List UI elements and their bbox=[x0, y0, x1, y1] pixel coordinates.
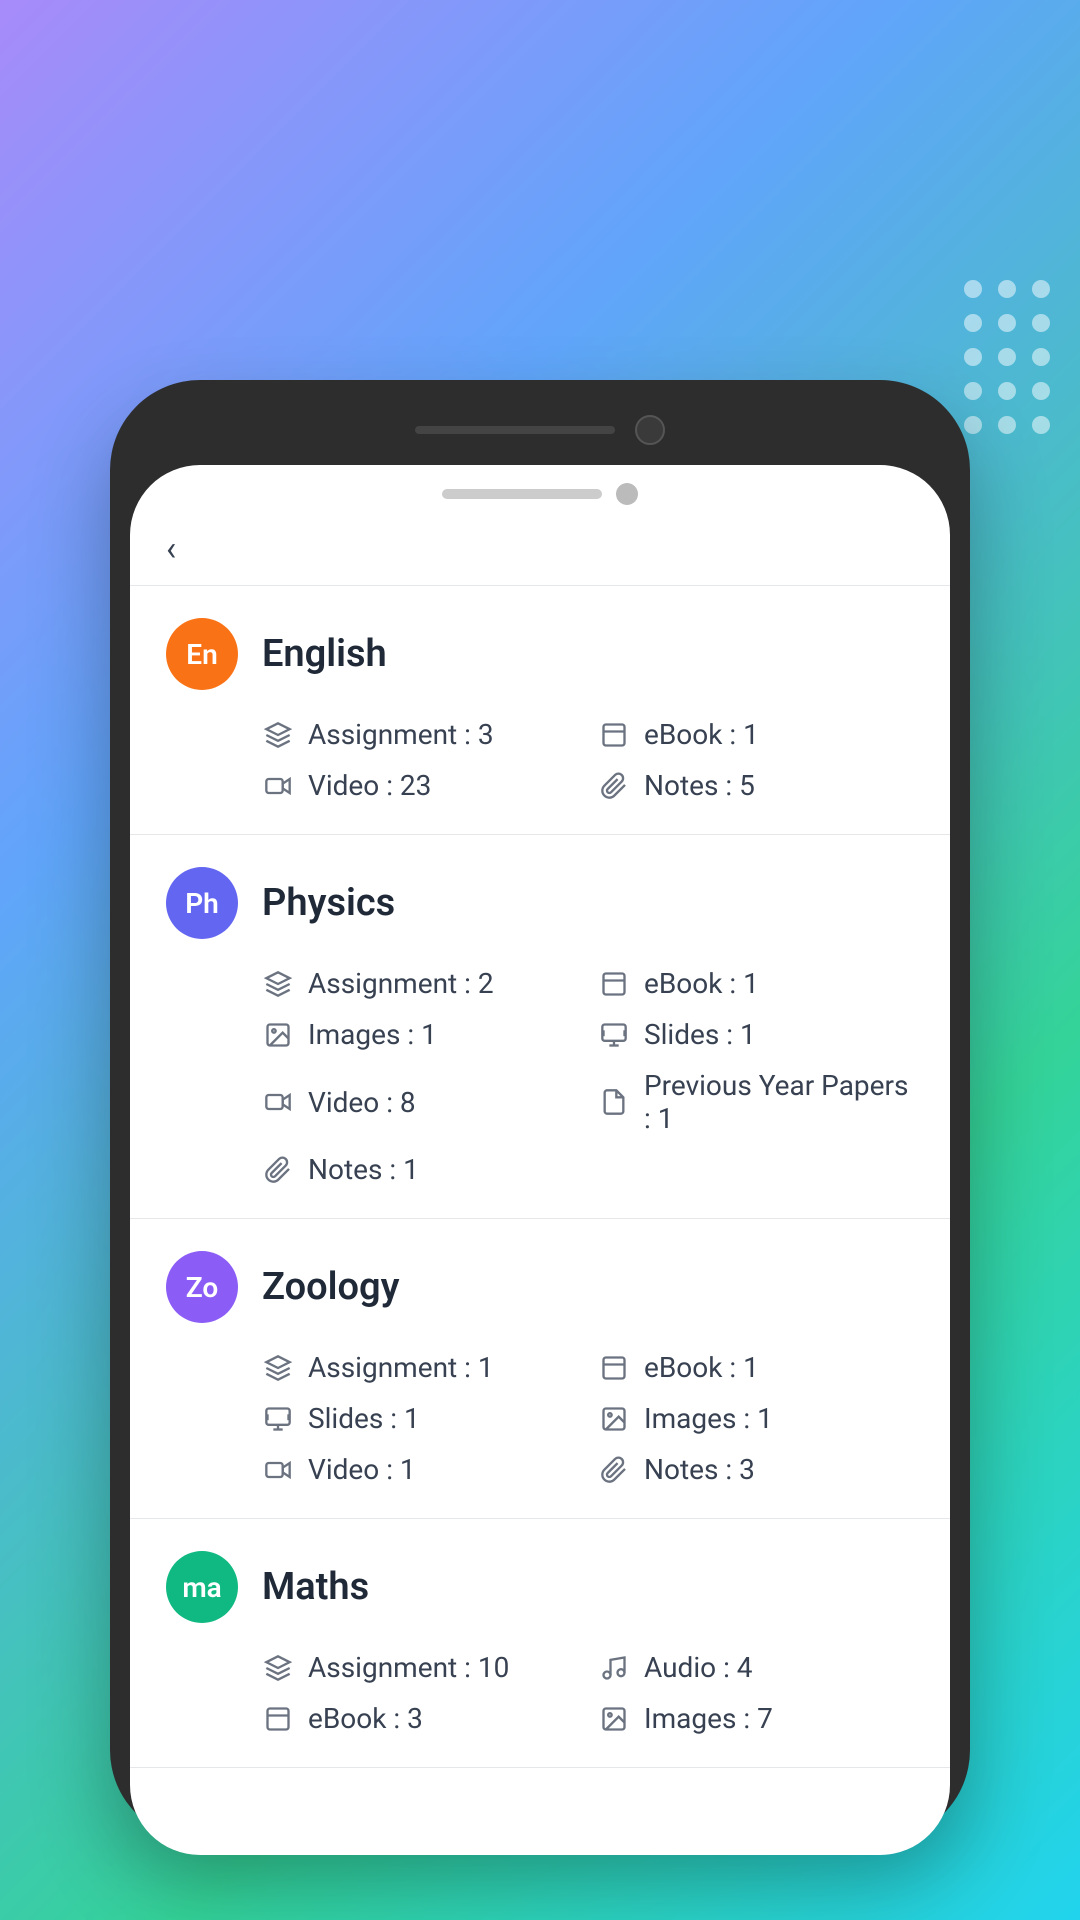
subject-header: Ph Physics bbox=[166, 867, 914, 939]
stat-item: Notes : 3 bbox=[598, 1453, 914, 1486]
subject-header: En English bbox=[166, 618, 914, 690]
paperclip-icon bbox=[598, 770, 630, 802]
stat-item: eBook : 3 bbox=[262, 1702, 578, 1735]
phone-camera bbox=[635, 415, 665, 445]
layers-icon bbox=[262, 1352, 294, 1384]
notch-pill bbox=[442, 489, 602, 499]
stat-label: Audio : 4 bbox=[644, 1651, 753, 1684]
stat-label: Assignment : 10 bbox=[308, 1651, 509, 1684]
stat-item: Slides : 1 bbox=[598, 1018, 914, 1051]
layers-icon bbox=[262, 968, 294, 1000]
notch-dot bbox=[616, 483, 638, 505]
stat-label: Notes : 1 bbox=[308, 1153, 419, 1186]
book-icon bbox=[598, 968, 630, 1000]
subject-avatar: Ph bbox=[166, 867, 238, 939]
layers-icon bbox=[262, 719, 294, 751]
stat-item: Audio : 4 bbox=[598, 1651, 914, 1684]
file-icon bbox=[598, 1086, 630, 1118]
screen-notch bbox=[130, 465, 950, 513]
stat-item: Images : 1 bbox=[598, 1402, 914, 1435]
stat-label: Assignment : 3 bbox=[308, 718, 494, 751]
stat-item: Assignment : 2 bbox=[262, 967, 578, 1000]
subject-header: ma Maths bbox=[166, 1551, 914, 1623]
subject-stats: Assignment : 1 eBook : 1 Slides : 1 bbox=[166, 1351, 914, 1486]
screen-header: ‹ bbox=[130, 513, 950, 586]
subject-card-maths[interactable]: ma Maths Assignment : 10 Audio : 4 bbox=[130, 1519, 950, 1768]
phone-screen: ‹ En English Assignment : 3 bbox=[130, 465, 950, 1855]
stat-item: Video : 1 bbox=[262, 1453, 578, 1486]
phone-frame: ‹ En English Assignment : 3 bbox=[110, 380, 970, 1840]
subject-header: Zo Zoology bbox=[166, 1251, 914, 1323]
stat-item: Previous Year Papers : 1 bbox=[598, 1069, 914, 1135]
image-icon bbox=[598, 1403, 630, 1435]
stat-label: Slides : 1 bbox=[644, 1018, 756, 1051]
stat-label: Video : 23 bbox=[308, 769, 431, 802]
subjects-list: En English Assignment : 3 eBook : 1 bbox=[130, 586, 950, 1855]
subject-card-physics[interactable]: Ph Physics Assignment : 2 eBook : 1 bbox=[130, 835, 950, 1219]
stat-label: Images : 1 bbox=[644, 1402, 773, 1435]
stat-label: Assignment : 1 bbox=[308, 1351, 494, 1384]
subject-name: Zoology bbox=[262, 1265, 399, 1309]
stat-label: eBook : 3 bbox=[308, 1702, 423, 1735]
stat-item: eBook : 1 bbox=[598, 1351, 914, 1384]
back-navigation[interactable]: ‹ bbox=[166, 529, 914, 569]
paperclip-icon bbox=[262, 1154, 294, 1186]
image-icon bbox=[262, 1019, 294, 1051]
phone-top-bar bbox=[130, 400, 950, 460]
subject-stats: Assignment : 2 eBook : 1 Images : 1 bbox=[166, 967, 914, 1186]
hero-section bbox=[80, 80, 880, 211]
stat-item: Notes : 5 bbox=[598, 769, 914, 802]
stat-item: Video : 8 bbox=[262, 1069, 578, 1135]
subject-avatar: Zo bbox=[166, 1251, 238, 1323]
paperclip-icon bbox=[598, 1454, 630, 1486]
hero-title bbox=[80, 90, 880, 211]
stat-label: Images : 7 bbox=[644, 1702, 773, 1735]
subject-card-english[interactable]: En English Assignment : 3 eBook : 1 bbox=[130, 586, 950, 835]
slides-icon bbox=[262, 1403, 294, 1435]
subject-card-zoology[interactable]: Zo Zoology Assignment : 1 eBook : 1 bbox=[130, 1219, 950, 1519]
stat-item: eBook : 1 bbox=[598, 967, 914, 1000]
video-icon bbox=[262, 770, 294, 802]
layers-icon bbox=[262, 1652, 294, 1684]
video-icon bbox=[262, 1454, 294, 1486]
subject-name: Maths bbox=[262, 1565, 369, 1609]
book-icon bbox=[262, 1703, 294, 1735]
stat-item: Video : 23 bbox=[262, 769, 578, 802]
stat-item: Assignment : 3 bbox=[262, 718, 578, 751]
stat-label: eBook : 1 bbox=[644, 1351, 759, 1384]
subject-name: Physics bbox=[262, 881, 395, 925]
slides-icon bbox=[598, 1019, 630, 1051]
subject-name: English bbox=[262, 632, 387, 676]
stat-label: Previous Year Papers : 1 bbox=[644, 1069, 914, 1135]
phone-notch-bar bbox=[415, 426, 615, 434]
stat-label: eBook : 1 bbox=[644, 967, 759, 1000]
book-icon bbox=[598, 1352, 630, 1384]
stat-item: Assignment : 1 bbox=[262, 1351, 578, 1384]
stat-label: Video : 8 bbox=[308, 1086, 416, 1119]
subject-stats: Assignment : 3 eBook : 1 Video : 23 bbox=[166, 718, 914, 802]
stat-item: eBook : 1 bbox=[598, 718, 914, 751]
subject-stats: Assignment : 10 Audio : 4 eBook : 3 bbox=[166, 1651, 914, 1735]
back-arrow-icon[interactable]: ‹ bbox=[166, 529, 176, 569]
stat-item: Notes : 1 bbox=[262, 1153, 914, 1186]
book-icon bbox=[598, 719, 630, 751]
video-icon bbox=[262, 1086, 294, 1118]
stat-label: Video : 1 bbox=[308, 1453, 416, 1486]
phone-mockup: ‹ En English Assignment : 3 bbox=[110, 380, 970, 1840]
subject-avatar: ma bbox=[166, 1551, 238, 1623]
audio-icon bbox=[598, 1652, 630, 1684]
stat-item: Images : 1 bbox=[262, 1018, 578, 1051]
stat-label: Slides : 1 bbox=[308, 1402, 420, 1435]
stat-item: Slides : 1 bbox=[262, 1402, 578, 1435]
stat-item: Images : 7 bbox=[598, 1702, 914, 1735]
dots-decoration bbox=[964, 280, 1050, 434]
stat-label: Notes : 5 bbox=[644, 769, 755, 802]
stat-label: Assignment : 2 bbox=[308, 967, 494, 1000]
stat-label: eBook : 1 bbox=[644, 718, 759, 751]
stat-label: Images : 1 bbox=[308, 1018, 437, 1051]
stat-item: Assignment : 10 bbox=[262, 1651, 578, 1684]
stat-label: Notes : 3 bbox=[644, 1453, 755, 1486]
image-icon bbox=[598, 1703, 630, 1735]
subject-avatar: En bbox=[166, 618, 238, 690]
